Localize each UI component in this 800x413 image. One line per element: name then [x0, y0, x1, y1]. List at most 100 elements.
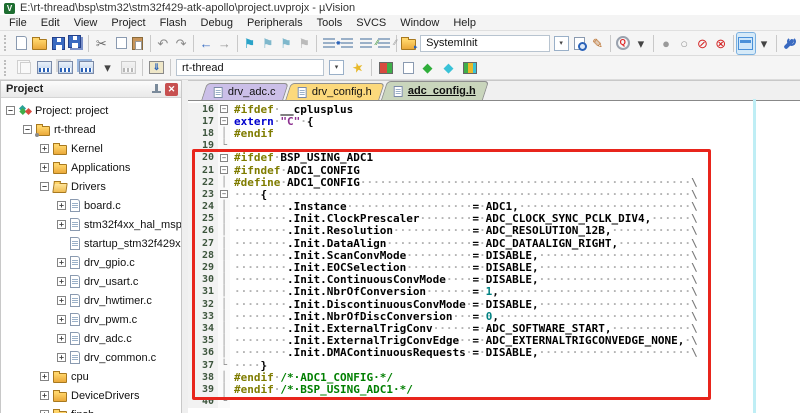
fold-marker[interactable]: − — [218, 103, 230, 115]
undo-icon[interactable]: ↶ — [154, 33, 172, 54]
expander-icon[interactable]: + — [57, 277, 66, 286]
code-text[interactable]: ········.Init.EOCSelection··········=·DI… — [230, 261, 698, 274]
tree-item-rt-thread[interactable]: −rt-thread — [1, 120, 181, 139]
insert-breakpoint-icon[interactable]: ● — [657, 33, 675, 54]
tree-item-kernel[interactable]: +Kernel — [1, 139, 181, 158]
function-search-combo[interactable]: SystemInit — [420, 35, 550, 52]
menu-peripherals[interactable]: Peripherals — [240, 16, 310, 30]
code-text[interactable]: #ifndef·ADC1_CONFIG — [230, 164, 360, 177]
pack-installer-icon[interactable]: ◆ — [438, 57, 459, 78]
menu-window[interactable]: Window — [393, 16, 446, 30]
code-text[interactable]: ········.Init.ContinuousConvMode····=·DI… — [230, 273, 698, 286]
comment-icon[interactable] — [357, 33, 375, 54]
configure-tools-icon[interactable] — [780, 33, 798, 54]
copy-icon[interactable] — [110, 33, 128, 54]
stop-build-icon[interactable] — [118, 57, 139, 78]
tree-item-board-c[interactable]: +board.c — [1, 196, 181, 215]
code-text[interactable]: ········.Instance···················=·AD… — [230, 200, 698, 213]
fold-collapse-icon[interactable]: − — [220, 166, 228, 174]
open-file-icon[interactable] — [31, 33, 49, 54]
search-dropdown-icon[interactable]: ▾ — [552, 33, 570, 54]
code-text[interactable]: ········.Init.ClockPrescaler········=·AD… — [230, 212, 698, 225]
menu-view[interactable]: View — [67, 16, 105, 30]
software-packs-icon[interactable]: ◆ — [417, 57, 438, 78]
fold-collapse-icon[interactable]: − — [220, 105, 228, 113]
tree-item-drivers[interactable]: −Drivers — [1, 177, 181, 196]
expander-icon[interactable]: + — [57, 315, 66, 324]
close-panel-icon[interactable]: ✕ — [165, 83, 178, 96]
fold-marker[interactable]: − — [218, 115, 230, 127]
configure-flash-icon[interactable] — [400, 33, 418, 54]
tab-adc-config-h[interactable]: adc_config.h — [381, 81, 489, 100]
menu-flash[interactable]: Flash — [153, 16, 194, 30]
expander-icon[interactable]: + — [40, 391, 49, 400]
fold-marker[interactable]: − — [218, 152, 230, 164]
expander-icon[interactable]: − — [23, 125, 32, 134]
find-icon[interactable]: Q — [614, 33, 632, 54]
tree-item-drv-usart-c[interactable]: +drv_usart.c — [1, 272, 181, 291]
menu-project[interactable]: Project — [104, 16, 152, 30]
expander-icon[interactable]: + — [57, 258, 66, 267]
outdent-icon[interactable] — [338, 33, 356, 54]
menu-tools[interactable]: Tools — [310, 16, 350, 30]
expander-icon[interactable]: − — [6, 106, 15, 115]
navigate-back-icon[interactable]: ← — [197, 33, 215, 54]
code-text[interactable]: #endif·/*·ADC1_CONFIG·*/ — [230, 371, 393, 384]
tree-item-stm32f4xx-hal-msp-c[interactable]: +stm32f4xx_hal_msp.c — [1, 215, 181, 234]
target-select-combo[interactable]: rt-thread — [176, 59, 324, 76]
expander-icon[interactable]: + — [57, 296, 66, 305]
code-text[interactable]: ····{···································… — [230, 188, 698, 201]
tree-item-devicedrivers[interactable]: +DeviceDrivers — [1, 386, 181, 405]
tree-item-drv-adc-c[interactable]: +drv_adc.c — [1, 329, 181, 348]
batch-build-icon[interactable] — [76, 57, 97, 78]
expander-icon[interactable]: + — [57, 201, 66, 210]
tree-item-project-project[interactable]: −Project: project — [1, 101, 181, 120]
find-in-files-icon[interactable] — [570, 33, 588, 54]
code-text[interactable]: #endif — [230, 127, 274, 140]
enable-breakpoint-icon[interactable]: ○ — [675, 33, 693, 54]
fold-marker[interactable]: − — [218, 188, 230, 200]
code-text[interactable]: #ifdef·BSP_USING_ADC1 — [230, 151, 373, 164]
disable-all-breakpoints-icon[interactable]: ⊘ — [693, 33, 711, 54]
fold-marker[interactable]: − — [218, 164, 230, 176]
code-text[interactable]: ········.Init.NbrOfDiscConversion···=·0,… — [230, 310, 698, 323]
annotate-icon[interactable]: ✎ — [589, 33, 607, 54]
expander-icon[interactable]: + — [57, 334, 66, 343]
fold-collapse-icon[interactable]: − — [220, 154, 228, 162]
tab-drv-config-h[interactable]: drv_config.h — [285, 83, 384, 100]
tree-item-cpu[interactable]: +cpu — [1, 367, 181, 386]
code-text[interactable]: ········.Init.Resolution············=·AD… — [230, 224, 698, 237]
debug-windows-dropdown-icon[interactable]: ▾ — [755, 33, 773, 54]
code-text[interactable]: #endif·/*·BSP_USING_ADC1·*/ — [230, 383, 413, 396]
translate-icon[interactable] — [13, 57, 34, 78]
target-dropdown-icon[interactable]: ▾ — [326, 57, 347, 78]
code-text[interactable]: ········.Init.NbrOfConversion·······=·1,… — [230, 285, 698, 298]
code-text[interactable]: extern·"C"·{ — [230, 115, 314, 128]
navigate-forward-icon[interactable]: → — [215, 33, 233, 54]
code-text[interactable]: ········.Init.ScanConvMode··········=·DI… — [230, 249, 698, 262]
menu-file[interactable]: File — [2, 16, 34, 30]
tree-item-drv-gpio-c[interactable]: +drv_gpio.c — [1, 253, 181, 272]
code-text[interactable]: ········.Init.DiscontinuousConvMode·=·DI… — [230, 298, 698, 311]
menu-debug[interactable]: Debug — [194, 16, 240, 30]
batch-build-dropdown-icon[interactable]: ▾ — [97, 57, 118, 78]
expander-icon[interactable]: + — [57, 353, 66, 362]
tree-item-drv-hwtimer-c[interactable]: +drv_hwtimer.c — [1, 291, 181, 310]
tree-item-finsh[interactable]: +finsh — [1, 405, 181, 413]
save-all-icon[interactable] — [67, 33, 85, 54]
target-options-icon[interactable]: ★ — [347, 57, 368, 78]
fold-collapse-icon[interactable]: − — [220, 190, 228, 198]
code-text[interactable]: ····} — [230, 359, 267, 372]
find-dropdown-icon[interactable]: ▾ — [632, 33, 650, 54]
manage-project-items-icon[interactable] — [396, 57, 417, 78]
code-text[interactable]: ········.Init.ExternalTrigConv······=·AD… — [230, 322, 698, 335]
code-text[interactable]: ········.Init.DataAlign·············=·AD… — [230, 237, 698, 250]
books-icon[interactable] — [459, 57, 480, 78]
new-file-icon[interactable] — [12, 33, 30, 54]
toggle-bookmark-icon[interactable]: ⚑ — [240, 33, 258, 54]
manage-rte-icon[interactable] — [375, 57, 396, 78]
expander-icon[interactable]: − — [40, 182, 49, 191]
code-text[interactable]: #ifdef·__cplusplus — [230, 103, 353, 116]
expander-icon[interactable]: + — [57, 220, 66, 229]
menu-edit[interactable]: Edit — [34, 16, 67, 30]
